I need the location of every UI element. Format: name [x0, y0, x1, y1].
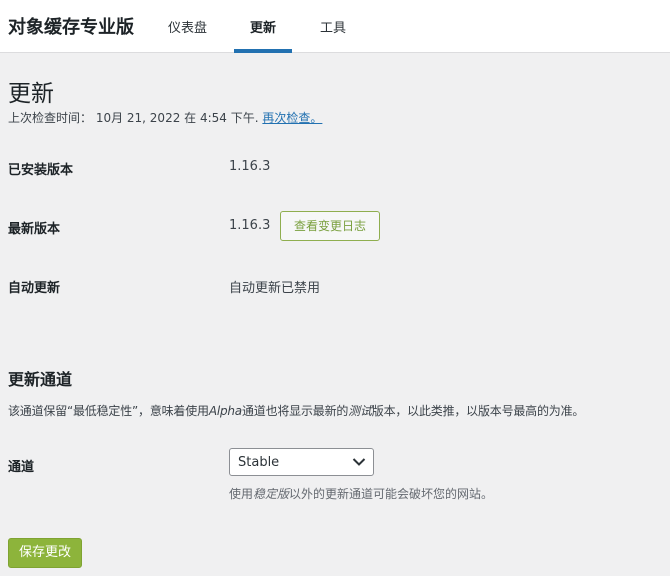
chevron-down-icon — [352, 458, 366, 466]
update-channel-heading: 更新通道 — [8, 370, 73, 389]
tab-dashboard[interactable]: 仪表盘 — [168, 17, 207, 36]
channel-select[interactable]: Stable — [229, 448, 374, 476]
save-changes-button[interactable]: 保存更改 — [8, 538, 82, 568]
latest-version-label: 最新版本 — [8, 222, 61, 237]
help-stable: 稳定版 — [253, 487, 290, 501]
check-again-link[interactable]: 再次检查。 — [262, 111, 322, 125]
desc-text-3: 版本，以此类推，以版本号最高的为准。 — [371, 404, 585, 418]
desc-alpha: Alpha — [208, 404, 242, 418]
channel-field-label: 通道 — [8, 460, 35, 475]
channel-select-value: Stable — [238, 455, 280, 470]
active-tab-indicator — [234, 49, 292, 53]
latest-version-value: 1.16.3 — [229, 218, 271, 233]
last-check-text: 上次检查时间： 10月 21, 2022 在 4:54 下午. — [8, 111, 259, 125]
tab-tools[interactable]: 工具 — [320, 17, 346, 36]
installed-version-value: 1.16.3 — [229, 159, 271, 174]
update-channel-description: 该通道保留“最低稳定性”，意味着使用Alpha通道也将显示最新的测试版本，以此类… — [8, 402, 584, 419]
tab-updates[interactable]: 更新 — [250, 17, 276, 36]
auto-update-label: 自动更新 — [8, 281, 61, 296]
auto-update-status: 自动更新已禁用 — [229, 281, 321, 296]
page-title: 更新 — [8, 81, 54, 107]
last-check-info: 上次检查时间： 10月 21, 2022 在 4:54 下午. 再次检查。 — [8, 109, 322, 126]
installed-version-label: 已安装版本 — [8, 163, 74, 178]
view-changelog-button[interactable]: 查看变更日志 — [280, 211, 380, 241]
desc-text-2: 通道也将显示最新的 — [241, 404, 349, 418]
desc-text-1: 该通道保留“最低稳定性”，意味着使用 — [8, 404, 209, 418]
desc-test: 测试 — [348, 404, 372, 418]
help-text-1: 使用 — [229, 487, 254, 501]
help-text-2: 以外的更新通道可能会破坏您的网站。 — [289, 487, 494, 501]
plugin-brand-title: 对象缓存专业版 — [8, 17, 134, 38]
top-navigation-bar: 对象缓存专业版 仪表盘 更新 工具 — [0, 0, 670, 53]
channel-help-text: 使用稳定版以外的更新通道可能会破坏您的网站。 — [229, 485, 493, 502]
